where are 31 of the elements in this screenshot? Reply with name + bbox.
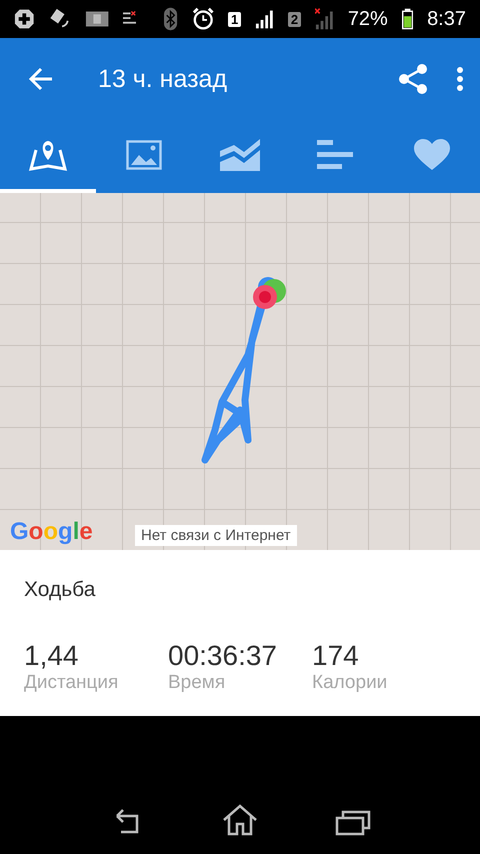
recents-icon	[335, 810, 372, 836]
area-chart-icon	[219, 138, 261, 172]
stat-value: 00:36:37	[168, 640, 278, 672]
map-area[interactable]: Google Нет связи с Интернет	[0, 193, 480, 550]
back-arrow-icon	[28, 66, 54, 92]
more-icon	[456, 66, 464, 92]
sim-label: 1	[228, 12, 242, 26]
plus-icon	[14, 8, 35, 30]
stat-label: Калории	[312, 672, 388, 694]
image-icon	[126, 140, 162, 170]
offline-toast: Нет связи с Интернет	[135, 525, 297, 546]
google-logo: Google	[10, 518, 93, 546]
share-icon	[398, 63, 428, 95]
bars-icon	[317, 140, 355, 170]
activity-type: Ходьба	[24, 578, 96, 602]
stat-label: Время	[168, 672, 226, 694]
bluetooth-icon	[164, 7, 178, 31]
heart-icon	[414, 138, 450, 170]
stat-value: 174	[312, 640, 360, 672]
stat-value: 1,44	[24, 640, 80, 672]
app-bar-title: 13 ч. назад	[98, 64, 228, 94]
stat-label: Дистанция	[24, 672, 120, 694]
alarm-clock-icon	[192, 7, 214, 31]
sim-label: 2	[288, 12, 302, 26]
satellite-icon	[48, 8, 71, 30]
signal-icon	[255, 9, 274, 29]
home-icon	[222, 804, 258, 836]
battery-percent: 72%	[348, 8, 388, 30]
no-signal-icon	[315, 8, 334, 30]
clock-time: 8:37	[427, 8, 466, 30]
battery-icon	[402, 8, 414, 30]
